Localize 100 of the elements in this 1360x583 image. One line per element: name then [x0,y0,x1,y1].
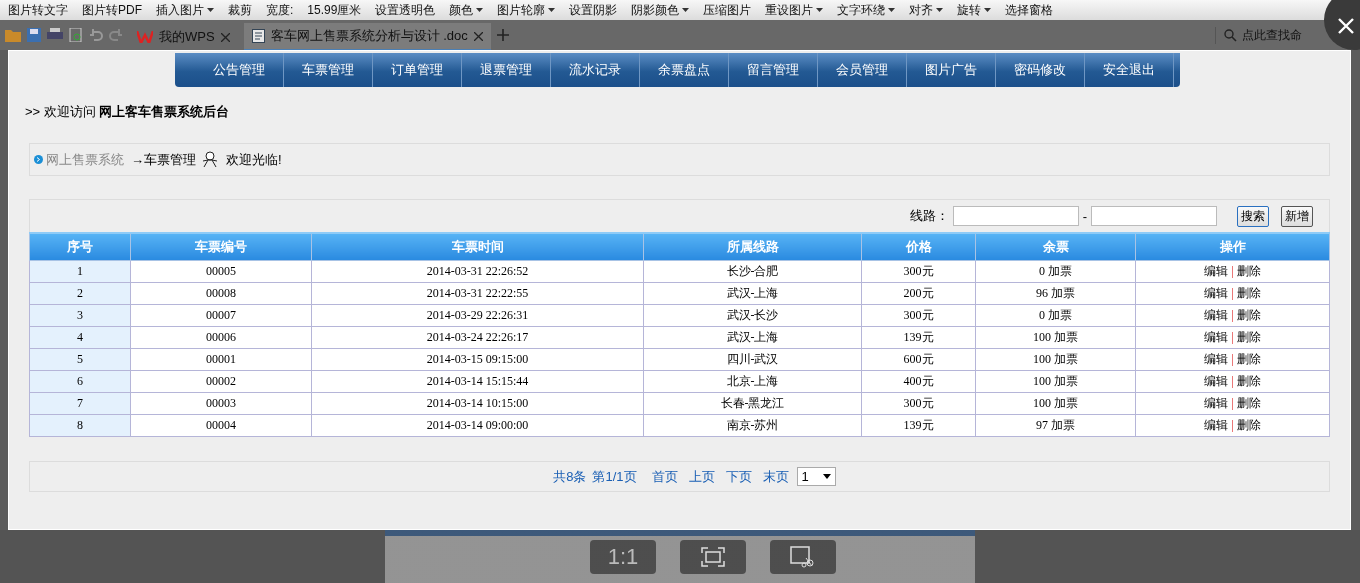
table-cell: 武汉-长沙 [643,304,862,327]
toolbar-item[interactable]: 压缩图片 [703,1,752,19]
table-cell: 武汉-上海 [643,326,862,349]
add-ticket-link[interactable]: 加票 [1048,308,1072,322]
preview-icon[interactable] [69,28,83,42]
toolbar-item[interactable]: 图片转PDF [82,1,142,19]
toolbar-item[interactable]: 宽度: [266,1,294,19]
edit-link[interactable]: 编辑 [1204,352,1229,366]
column-header: 序号 [29,233,131,261]
delete-link[interactable]: 删除 [1236,374,1261,388]
close-icon[interactable] [220,32,230,42]
toolbar-item[interactable]: 对齐 [909,1,944,19]
caret-icon [936,8,944,12]
toolbar-item[interactable]: 图片轮廓 [497,1,556,19]
pager-link[interactable]: 上页 [688,467,715,486]
edit-link[interactable]: 编辑 [1204,330,1229,344]
nav-link[interactable]: 车票管理 [283,53,373,87]
delete-link[interactable]: 删除 [1236,286,1261,300]
table-cell: 2014-03-29 22:26:31 [311,304,644,327]
toolbar-item[interactable]: 图片转文字 [8,1,68,19]
toolbar-item[interactable]: 插入图片 [156,1,214,19]
tab-label: 客车网上售票系统分析与设计 .doc [270,27,468,45]
delete-link[interactable]: 删除 [1236,352,1261,366]
separator-text: | [1231,352,1234,366]
nav-link[interactable]: 安全退出 [1084,53,1174,87]
pager-link[interactable]: 末页 [762,467,789,486]
delete-link[interactable]: 删除 [1236,264,1261,278]
table-cell: 3 [29,304,131,327]
page-select[interactable]: 1 [796,467,836,486]
close-icon[interactable] [473,31,483,41]
caret-icon [476,8,484,12]
crop-button[interactable] [770,539,836,574]
edit-link[interactable]: 编辑 [1204,374,1229,388]
pager-link[interactable]: 首页 [651,467,678,486]
nav-link[interactable]: 流水记录 [550,53,640,87]
search-button[interactable]: 搜索 [1237,205,1269,227]
toolbar-item[interactable]: 阴影颜色 [631,1,690,19]
folder-icon[interactable] [5,28,21,42]
separator-text: | [1231,374,1234,388]
nav-link[interactable]: 公告管理 [194,53,284,87]
nav-link[interactable]: 留言管理 [728,53,818,87]
redo-icon[interactable] [109,28,123,42]
w-logo-icon [137,31,153,43]
add-ticket-link[interactable]: 加票 [1051,418,1075,432]
toolbar-item[interactable]: 裁剪 [228,1,252,19]
route-from-field[interactable] [952,206,1079,226]
stock-count: 100 [1033,330,1051,344]
delete-link[interactable]: 删除 [1236,418,1261,432]
record-count: 共8条 [553,467,587,486]
toolbar-item[interactable]: 颜色 [449,1,484,19]
edit-link[interactable]: 编辑 [1204,396,1229,410]
toolbar-item[interactable]: 文字环绕 [837,1,896,19]
nav-link[interactable]: 退票管理 [461,53,551,87]
document-tab[interactable]: 客车网上售票系统分析与设计 .doc [243,23,491,51]
add-ticket-link[interactable]: 加票 [1054,352,1078,366]
toolbar-item[interactable]: 选择窗格 [1005,1,1054,19]
actual-size-button[interactable]: 1:1 [590,539,656,574]
add-ticket-link[interactable]: 加票 [1054,330,1078,344]
caret-icon [822,474,831,479]
delete-link[interactable]: 删除 [1236,308,1261,322]
column-header: 价格 [861,233,976,261]
toolbar-item[interactable]: 设置阴影 [569,1,618,19]
stock-count: 100 [1033,396,1051,410]
add-ticket-link[interactable]: 加票 [1048,264,1072,278]
table-cell: 2 [29,282,131,305]
edit-link[interactable]: 编辑 [1204,264,1229,278]
toolbar-item[interactable]: 设置透明色 [375,1,436,19]
delete-link[interactable]: 删除 [1236,396,1261,410]
route-to-field[interactable] [1091,206,1217,226]
bullet-icon [34,155,43,164]
nav-link[interactable]: 图片广告 [906,53,996,87]
nav-link[interactable]: 会员管理 [817,53,907,87]
nav-link[interactable]: 余票盘点 [639,53,729,87]
edit-link[interactable]: 编辑 [1204,286,1229,300]
delete-link[interactable]: 删除 [1236,330,1261,344]
nav-link[interactable]: 订单管理 [372,53,462,87]
separator-text: | [1231,264,1234,278]
add-ticket-link[interactable]: 加票 [1054,374,1078,388]
undo-icon[interactable] [89,28,103,42]
toolbar-item[interactable]: 重设图片 [765,1,824,19]
nav-link[interactable]: 密码修改 [995,53,1085,87]
table-cell: 北京-上海 [643,370,862,393]
save-icon[interactable] [27,28,41,42]
edit-link[interactable]: 编辑 [1204,418,1229,432]
plus-icon[interactable] [496,29,509,41]
toolbar-item[interactable]: 15.99厘米 [307,1,362,19]
edit-link[interactable]: 编辑 [1204,308,1229,322]
table-cell: 2014-03-14 10:15:00 [311,392,644,415]
fit-screen-icon [701,546,725,567]
add-button[interactable]: 新增 [1281,205,1313,227]
toolbar-item[interactable]: 旋转 [957,1,992,19]
print-icon[interactable] [47,28,63,42]
stock-count: 100 [1033,374,1051,388]
fit-screen-button[interactable] [680,539,746,574]
table-cell: 00008 [130,282,312,305]
pager-link[interactable]: 下页 [725,467,752,486]
separator-text: | [1231,396,1234,410]
page-indicator: 第1/1页 [592,467,637,486]
add-ticket-link[interactable]: 加票 [1051,286,1075,300]
add-ticket-link[interactable]: 加票 [1054,396,1078,410]
